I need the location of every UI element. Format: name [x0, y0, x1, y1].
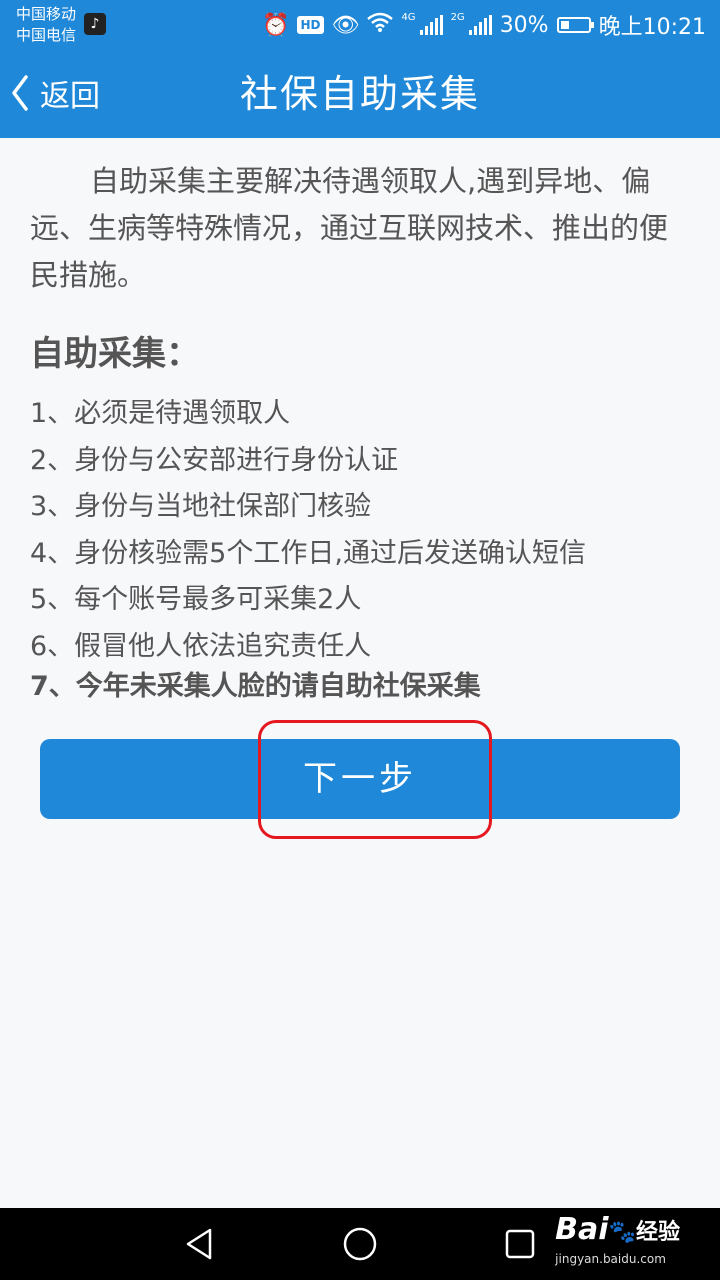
battery-percent: 30%	[499, 12, 549, 38]
network-type-2: 2G	[450, 11, 465, 23]
page-title: 社保自助采集	[239, 72, 480, 116]
tiktok-icon: ♪	[84, 13, 106, 35]
main-content: 自助采集主要解决待遇领取人,遇到异地、偏远、生病等特殊情况，通过互联网技术、推出…	[30, 158, 694, 704]
battery-icon	[556, 17, 594, 33]
watermark-url: jingyan.baidu.com	[555, 1252, 666, 1266]
list-item-emphasis: 7、今年未采集人脸的请自助社保采集	[30, 671, 481, 702]
next-step-button[interactable]: 下一步	[40, 739, 680, 819]
section-title: 自助采集：	[30, 334, 200, 374]
intro-text: 自助采集主要解决待遇领取人,遇到异地、偏远、生病等特殊情况，通过互联网技术、推出…	[30, 164, 669, 292]
list-item: 2、身份与公安部进行身份认证	[30, 444, 399, 476]
nav-bar: 返回 社保自助采集	[0, 50, 720, 138]
watermark-logo-cn: 经验	[635, 1220, 680, 1245]
eye-icon: 👁	[331, 12, 360, 38]
home-circle-icon[interactable]	[340, 1224, 380, 1264]
paw-icon: 🐾	[608, 1220, 636, 1245]
list-item: 1、必须是待遇领取人	[30, 398, 291, 429]
network-type-1: 4G	[401, 11, 416, 23]
watermark-logo-text: Bai	[555, 1212, 609, 1247]
recents-square-icon[interactable]	[500, 1224, 540, 1264]
list-item: 3、身份与当地社保部门核验	[30, 491, 372, 522]
carrier-2: 中国电信	[16, 26, 77, 44]
list-item: 4、身份核验需5个工作日,通过后发送确认短信	[30, 537, 586, 569]
alarm-icon: ⏰	[262, 12, 290, 38]
rules-list: 1、必须是待遇领取人 2、身份与公安部进行身份认证 3、身份与当地社保部门核验 …	[30, 391, 694, 704]
app-header: 中国移动 中国电信 ♪ ⏰ HD 👁 4G 2G 30% 晚上10:21 返回 …	[0, 0, 720, 138]
system-nav-bar: Bai🐾经验 jingyan.baidu.com	[0, 1208, 720, 1280]
carrier-1: 中国移动	[16, 5, 77, 23]
back-triangle-icon[interactable]	[180, 1224, 220, 1264]
carrier-info: 中国移动 中国电信	[16, 4, 76, 46]
watermark-logo: Bai🐾经验	[555, 1214, 680, 1249]
status-bar: 中国移动 中国电信 ♪ ⏰ HD 👁 4G 2G 30% 晚上10:21	[0, 0, 720, 50]
signal-2-icon	[468, 15, 492, 35]
baidu-jingyan-watermark: Bai🐾经验 jingyan.baidu.com	[555, 1214, 680, 1267]
status-icons: ⏰ HD 👁 4G 2G 30% 晚上10:21	[262, 10, 706, 41]
wifi-icon	[367, 12, 394, 38]
hd-icon: HD	[297, 16, 324, 34]
clock: 晚上10:21	[598, 15, 706, 40]
signal-1-icon	[419, 15, 443, 35]
list-item: 5、每个账号最多可采集2人	[30, 584, 362, 615]
list-item: 6、假冒他人依法追究责任人	[30, 630, 372, 662]
